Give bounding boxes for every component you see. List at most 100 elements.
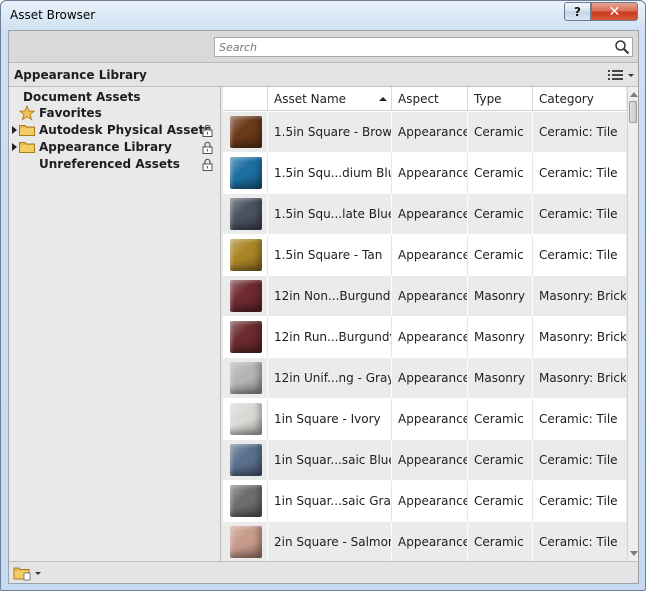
- material-swatch-icon: [230, 280, 262, 312]
- asset-name-cell: 1.5in Square - Brown: [267, 112, 391, 153]
- asset-name-cell: 1.5in Square - Tan: [267, 235, 391, 276]
- table-row[interactable]: 1.5in Square - Brown Appearance Ceramic Cer…: [223, 112, 626, 153]
- help-icon: ?: [574, 4, 581, 19]
- aspect-cell: Appearance: [391, 112, 467, 153]
- material-swatch-icon: [230, 444, 262, 476]
- type-cell: Ceramic: [467, 440, 532, 481]
- category-cell: Masonry: Brick: [532, 358, 626, 399]
- material-swatch-icon: [230, 198, 262, 230]
- thumbnail-cell: [223, 399, 267, 440]
- table-row[interactable]: 1in Squar...saic Gray Appearance Ceramic Ce…: [223, 481, 626, 522]
- tree-item-label: Appearance Library: [39, 140, 172, 154]
- table-row[interactable]: 12in Unif...ng - Gray Appearance Masonry Ma…: [223, 358, 626, 399]
- column-header-aspect[interactable]: Aspect: [391, 87, 467, 111]
- thumbnail-cell: [223, 112, 267, 153]
- bottom-toolbar: [9, 561, 638, 583]
- material-swatch-icon: [230, 526, 262, 558]
- category-cell: Ceramic: Tile: [532, 153, 626, 194]
- column-header-label: Asset Name: [274, 92, 347, 106]
- view-options-icon[interactable]: [607, 68, 635, 83]
- type-cell: Ceramic: [467, 481, 532, 522]
- tree-item-autodesk-physical-assets[interactable]: Autodesk Physical Assets: [9, 122, 221, 139]
- category-cell: Ceramic: Tile: [532, 440, 626, 481]
- folder-icon: [19, 125, 35, 136]
- scroll-down-icon[interactable]: [630, 551, 638, 556]
- tree-item-label: Document Assets: [23, 89, 141, 104]
- category-cell: Ceramic: Tile: [532, 112, 626, 153]
- expand-arrow-icon[interactable]: [12, 126, 17, 134]
- lock-icon: [202, 158, 213, 171]
- type-cell: Ceramic: [467, 153, 532, 194]
- expand-arrow-icon[interactable]: [12, 143, 17, 151]
- search-icon[interactable]: [614, 39, 630, 55]
- close-button[interactable]: ✕: [591, 2, 638, 21]
- vertical-scrollbar[interactable]: [627, 87, 638, 561]
- aspect-cell: Appearance: [391, 358, 467, 399]
- aspect-cell: Appearance: [391, 522, 467, 561]
- type-cell: Ceramic: [467, 399, 532, 440]
- thumbnail-cell: [223, 358, 267, 399]
- scrollbar-thumb[interactable]: [629, 101, 637, 123]
- table-row[interactable]: 1.5in Square - Tan Appearance Ceramic Ceram…: [223, 235, 626, 276]
- tree-item-unreferenced-assets[interactable]: Unreferenced Assets: [9, 156, 221, 173]
- help-button[interactable]: ?: [564, 2, 591, 21]
- tree-item-appearance-library[interactable]: Appearance Library: [9, 139, 221, 156]
- column-header-label: Category: [539, 92, 594, 106]
- asset-name-cell: 12in Unif...ng - Gray: [267, 358, 391, 399]
- table-row[interactable]: 1.5in Squ...dium Blue Appearance Ceramic Ce…: [223, 153, 626, 194]
- table-row[interactable]: 1in Squar...saic Blue Appearance Ceramic Ce…: [223, 440, 626, 481]
- lock-icon: [202, 124, 213, 137]
- search-bar: [9, 31, 638, 63]
- library-title: Appearance Library: [14, 68, 147, 82]
- asset-name-cell: 12in Run...Burgundy: [267, 317, 391, 358]
- column-header-label: Aspect: [398, 92, 439, 106]
- type-cell: Ceramic: [467, 235, 532, 276]
- type-cell: Ceramic: [467, 194, 532, 235]
- table-row[interactable]: 12in Non...Burgundy Appearance Masonry Maso…: [223, 276, 626, 317]
- column-header-thumbnail[interactable]: [223, 87, 267, 111]
- material-swatch-icon: [230, 239, 262, 271]
- aspect-cell: Appearance: [391, 317, 467, 358]
- asset-name-cell: 1in Squar...saic Blue: [267, 440, 391, 481]
- close-icon: ✕: [608, 3, 621, 20]
- asset-grid: Asset Name Aspect Type Category 1.5in Sq…: [223, 87, 626, 561]
- type-cell: Masonry: [467, 317, 532, 358]
- type-cell: Masonry: [467, 358, 532, 399]
- type-cell: Ceramic: [467, 112, 532, 153]
- category-cell: Ceramic: Tile: [532, 194, 626, 235]
- table-row[interactable]: 1in Square - Ivory Appearance Ceramic Ceram…: [223, 399, 626, 440]
- column-header-asset-name[interactable]: Asset Name: [267, 87, 391, 111]
- thumbnail-cell: [223, 522, 267, 561]
- table-row[interactable]: 1.5in Squ...late Blue Appearance Ceramic Ce…: [223, 194, 626, 235]
- asset-browser-window: Asset Browser ? ✕ Appearance Library: [0, 0, 646, 591]
- category-cell: Ceramic: Tile: [532, 399, 626, 440]
- column-header-type[interactable]: Type: [467, 87, 532, 111]
- sort-ascending-icon: [379, 97, 387, 101]
- tree-item-document-assets[interactable]: Document Assets: [23, 88, 141, 105]
- material-swatch-icon: [230, 321, 262, 353]
- browser-content: Appearance Library Document Assets Favor…: [8, 30, 639, 584]
- table-row[interactable]: 2in Square - Salmon Appearance Ceramic Cera…: [223, 522, 626, 561]
- asset-name-cell: 1.5in Squ...dium Blue: [267, 153, 391, 194]
- category-cell: Masonry: Brick: [532, 317, 626, 358]
- column-header-category[interactable]: Category: [532, 87, 626, 111]
- tree-item-label: Favorites: [39, 106, 102, 120]
- search-input[interactable]: [214, 37, 633, 57]
- aspect-cell: Appearance: [391, 276, 467, 317]
- material-swatch-icon: [230, 362, 262, 394]
- category-cell: Ceramic: Tile: [532, 522, 626, 561]
- title-bar[interactable]: Asset Browser ? ✕: [1, 1, 645, 29]
- type-cell: Ceramic: [467, 522, 532, 561]
- asset-name-cell: 2in Square - Salmon: [267, 522, 391, 561]
- table-row[interactable]: 12in Run...Burgundy Appearance Masonry Maso…: [223, 317, 626, 358]
- scroll-up-icon[interactable]: [630, 92, 638, 97]
- asset-name-cell: 1in Square - Ivory: [267, 399, 391, 440]
- thumbnail-cell: [223, 440, 267, 481]
- library-tree: Document Assets Favorites Autodesk Physi…: [9, 87, 221, 561]
- star-icon: [19, 105, 35, 121]
- tree-item-favorites[interactable]: Favorites: [9, 105, 221, 122]
- aspect-cell: Appearance: [391, 399, 467, 440]
- library-menu-icon[interactable]: [13, 565, 43, 581]
- material-swatch-icon: [230, 485, 262, 517]
- aspect-cell: Appearance: [391, 235, 467, 276]
